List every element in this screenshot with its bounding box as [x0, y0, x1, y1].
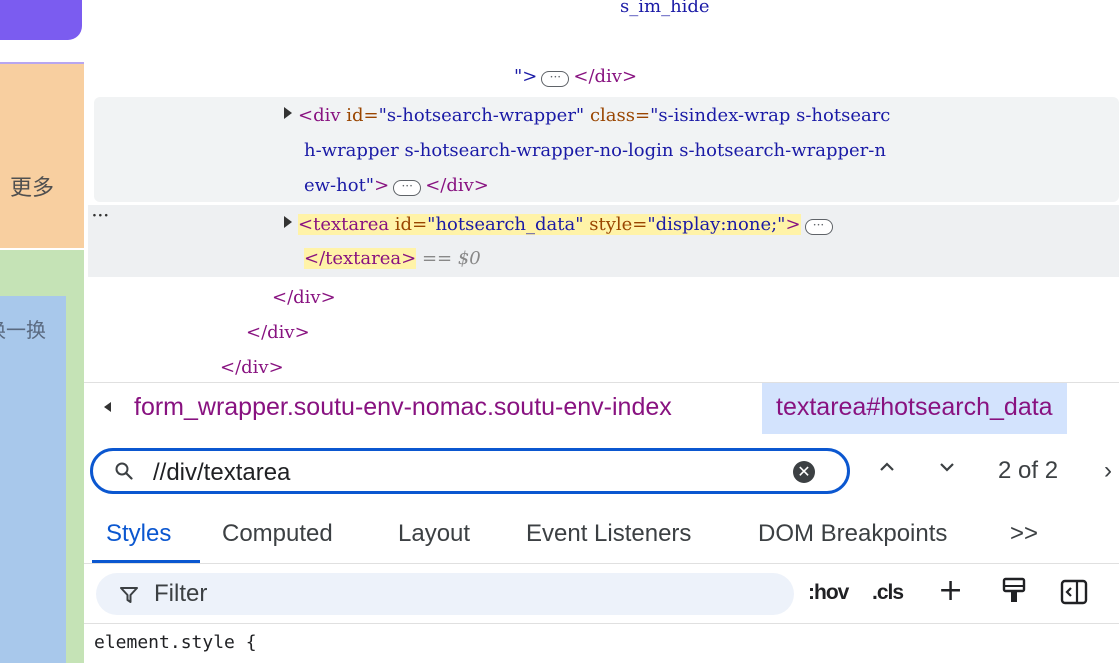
styles-pane-tabs: Styles Computed Layout Event Listeners D…: [84, 506, 1119, 564]
tab-computed[interactable]: Computed: [222, 520, 333, 548]
sidebar-toggle-icon[interactable]: [1060, 579, 1088, 605]
webpage-fragment: ↑ 更多 换一换: [0, 0, 84, 663]
chevron-down-icon[interactable]: [936, 456, 958, 478]
dom-line[interactable]: </div>: [272, 281, 336, 315]
dom-node-textarea-selected[interactable]: <textarea id="hotsearch_data" style="dis…: [284, 208, 837, 242]
dom-line[interactable]: </div>: [246, 316, 310, 350]
breadcrumb-scroll-left-icon[interactable]: [104, 402, 111, 412]
expand-triangle-icon[interactable]: [284, 107, 292, 119]
ellipsis-icon[interactable]: ···: [393, 180, 422, 196]
hov-toggle-button[interactable]: :hov: [808, 581, 849, 605]
filter-placeholder: Filter: [154, 580, 208, 607]
search-input-value[interactable]: //div/textarea: [153, 459, 290, 487]
tab-layout[interactable]: Layout: [398, 520, 470, 548]
dom-line[interactable]: </textarea> == $0: [304, 242, 481, 276]
dom-node-hotsearch-wrapper[interactable]: <div id="s-hotsearch-wrapper" class="s-i…: [284, 99, 890, 133]
elements-dom-tree: s_im_hide "> ··· </div> <div id="s-hotsear…: [84, 0, 1119, 382]
paint-brush-icon[interactable]: [1002, 577, 1026, 605]
page-blue-panel: [0, 296, 66, 663]
ellipsis-icon[interactable]: ···: [541, 71, 570, 87]
more-link[interactable]: 更多: [10, 170, 54, 202]
tab-dom-breakpoints[interactable]: DOM Breakpoints: [758, 520, 947, 548]
swap-link[interactable]: 换一换: [0, 314, 46, 343]
dom-search-bar: //div/textarea ✕ 2 of 2 ›: [84, 434, 1119, 506]
page-purple-button-label: ↑: [0, 0, 3, 20]
next-match-icon[interactable]: ›: [1104, 457, 1112, 485]
dom-line[interactable]: "> ··· </div>: [514, 60, 637, 94]
node-actions-ellipsis-icon[interactable]: ···: [92, 208, 110, 224]
ellipsis-icon[interactable]: ···: [804, 219, 833, 235]
plus-icon[interactable]: +: [938, 576, 963, 606]
breadcrumb-item[interactable]: form_wrapper.soutu-env-nomac.soutu-env-i…: [134, 393, 672, 422]
tab-event-listeners[interactable]: Event Listeners: [526, 520, 691, 548]
element-style-rule[interactable]: element.style {: [94, 632, 257, 653]
cls-toggle-button[interactable]: .cls: [872, 581, 904, 605]
styles-filter-toolbar: Filter :hov .cls +: [84, 564, 1119, 624]
tab-styles[interactable]: Styles: [106, 520, 171, 548]
dom-line[interactable]: ew-hot"> ··· </div>: [304, 169, 489, 203]
dom-line: s_im_hide: [620, 0, 710, 17]
match-count: 2 of 2: [998, 457, 1059, 484]
dom-line[interactable]: h-wrapper s-hotsearch-wrapper-no-login s…: [304, 134, 886, 168]
chevron-up-icon[interactable]: [876, 456, 898, 478]
dom-line[interactable]: </div>: [220, 351, 284, 382]
breadcrumb-item-selected[interactable]: textarea#hotsearch_data: [762, 383, 1067, 434]
filter-icon: [120, 587, 138, 603]
more-tabs-button[interactable]: >>: [1010, 520, 1038, 548]
expand-triangle-icon[interactable]: [284, 216, 292, 228]
active-tab-indicator: [92, 560, 200, 563]
breadcrumb: form_wrapper.soutu-env-nomac.soutu-env-i…: [84, 382, 1119, 434]
filter-input[interactable]: Filter: [96, 573, 794, 615]
page-purple-button[interactable]: ↑: [0, 0, 82, 40]
search-icon: [115, 462, 133, 480]
search-input[interactable]: //div/textarea ✕: [90, 448, 850, 494]
styles-rules-pane: element.style {: [84, 624, 1119, 663]
clear-icon[interactable]: ✕: [793, 461, 815, 483]
page-orange-panel: [0, 62, 84, 248]
